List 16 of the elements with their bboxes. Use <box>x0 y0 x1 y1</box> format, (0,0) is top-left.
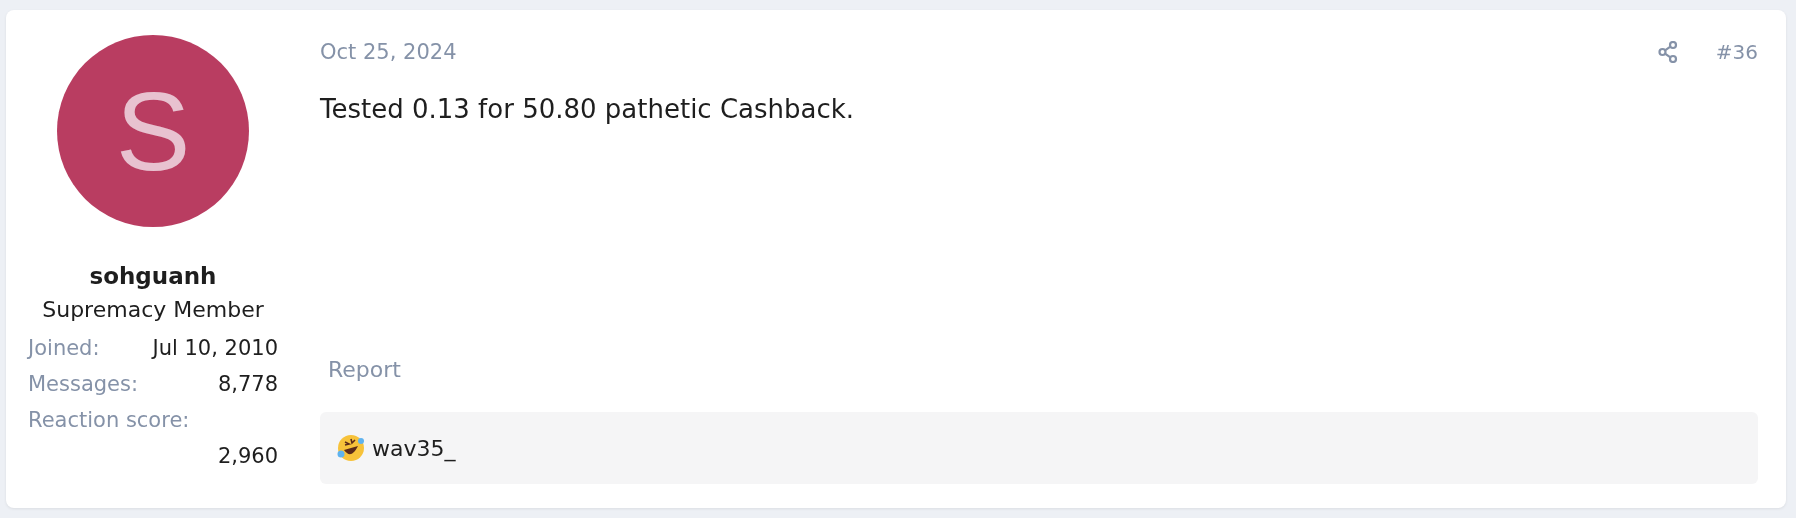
stat-label: Joined: <box>28 335 100 362</box>
laughing-emoji-icon <box>336 433 366 463</box>
report-link[interactable]: Report <box>328 357 1758 382</box>
stat-value: 2,960 <box>217 443 278 470</box>
username-link[interactable]: sohguanh <box>89 263 217 289</box>
stat-value: 8,778 <box>217 371 278 398</box>
stat-label: Reaction score: <box>28 407 191 434</box>
user-avatar[interactable]: S <box>57 35 249 227</box>
post-date[interactable]: Oct 25, 2024 <box>320 40 457 64</box>
user-title: Supremacy Member <box>42 297 264 322</box>
stat-value: Jul 10, 2010 <box>152 335 278 362</box>
reaction-users-link[interactable]: wav35_ <box>372 435 456 461</box>
post-number-link[interactable]: #36 <box>1715 40 1758 64</box>
stat-label: Messages: <box>28 371 139 398</box>
share-icon[interactable] <box>1657 41 1678 63</box>
post-message: Tested 0.13 for 50.80 pathetic Cashback. <box>320 94 856 124</box>
